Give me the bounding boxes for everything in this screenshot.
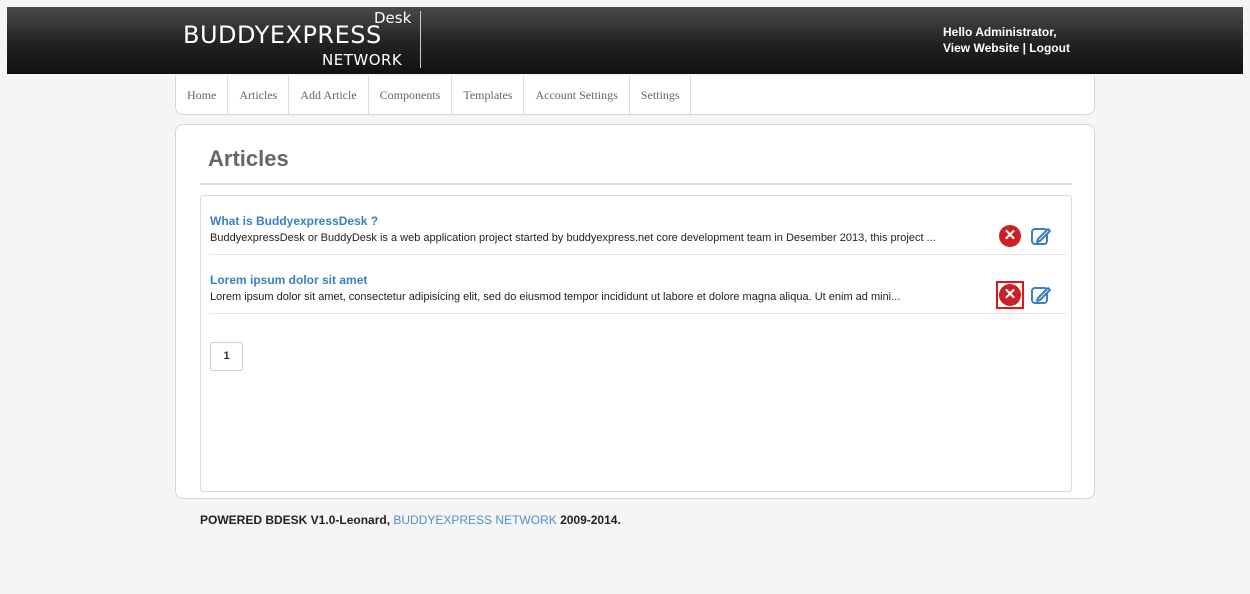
main-nav: Home Articles Add Article Components Tem… (175, 76, 1095, 115)
article-excerpt: Lorem ipsum dolor sit amet, consectetur … (210, 291, 901, 303)
footer-suffix: 2009-2014. (556, 513, 621, 527)
content-card: Articles What is BuddyexpressDesk ? Budd… (175, 124, 1095, 499)
delete-icon[interactable]: ✕ (999, 284, 1021, 306)
page-title: Articles (208, 146, 289, 171)
logout-link[interactable]: Logout (1029, 41, 1070, 55)
footer-network-link[interactable]: BUDDYEXPRESS NETWORK (393, 513, 556, 527)
article-row: What is BuddyexpressDesk ? BuddyexpressD… (209, 196, 1067, 255)
logo[interactable]: Desk BUDDYEXPRESS NETWORK (177, 7, 427, 74)
nav-articles[interactable]: Articles (228, 76, 290, 114)
view-website-link[interactable]: View Website (943, 41, 1019, 55)
article-excerpt: BuddyexpressDesk or BuddyDesk is a web a… (210, 232, 936, 244)
link-separator: | (1019, 41, 1030, 55)
logo-divider (420, 11, 421, 68)
edit-icon[interactable] (1030, 284, 1052, 306)
nav-templates[interactable]: Templates (452, 76, 525, 114)
greeting: Hello Administrator, (943, 25, 1057, 39)
article-title[interactable]: What is BuddyexpressDesk ? (210, 214, 378, 228)
footer: POWERED BDESK V1.0-Leonard, BUDDYEXPRESS… (200, 513, 621, 527)
logo-network-text: NETWORK (322, 51, 403, 69)
nav-add-article[interactable]: Add Article (289, 76, 369, 114)
user-box: Hello Administrator, View Website | Logo… (943, 24, 1070, 56)
nav-account-settings[interactable]: Account Settings (524, 76, 630, 114)
edit-icon[interactable] (1030, 225, 1052, 247)
delete-icon[interactable]: ✕ (999, 225, 1021, 247)
top-header: Desk BUDDYEXPRESS NETWORK Hello Administ… (7, 7, 1243, 74)
article-row: Lorem ipsum dolor sit amet Lorem ipsum d… (209, 255, 1067, 314)
footer-prefix: POWERED BDESK V1.0-Leonard, (200, 513, 394, 527)
nav-components[interactable]: Components (369, 76, 453, 114)
article-title[interactable]: Lorem ipsum dolor sit amet (210, 273, 367, 287)
app-frame: Desk BUDDYEXPRESS NETWORK Hello Administ… (7, 7, 1243, 594)
pagination-page-1[interactable]: 1 (210, 342, 243, 371)
articles-panel: What is BuddyexpressDesk ? BuddyexpressD… (200, 195, 1072, 492)
nav-settings[interactable]: Settings (630, 76, 692, 114)
logo-main-text: BUDDYEXPRESS (183, 21, 382, 49)
title-divider (200, 183, 1072, 185)
nav-home[interactable]: Home (176, 76, 229, 114)
